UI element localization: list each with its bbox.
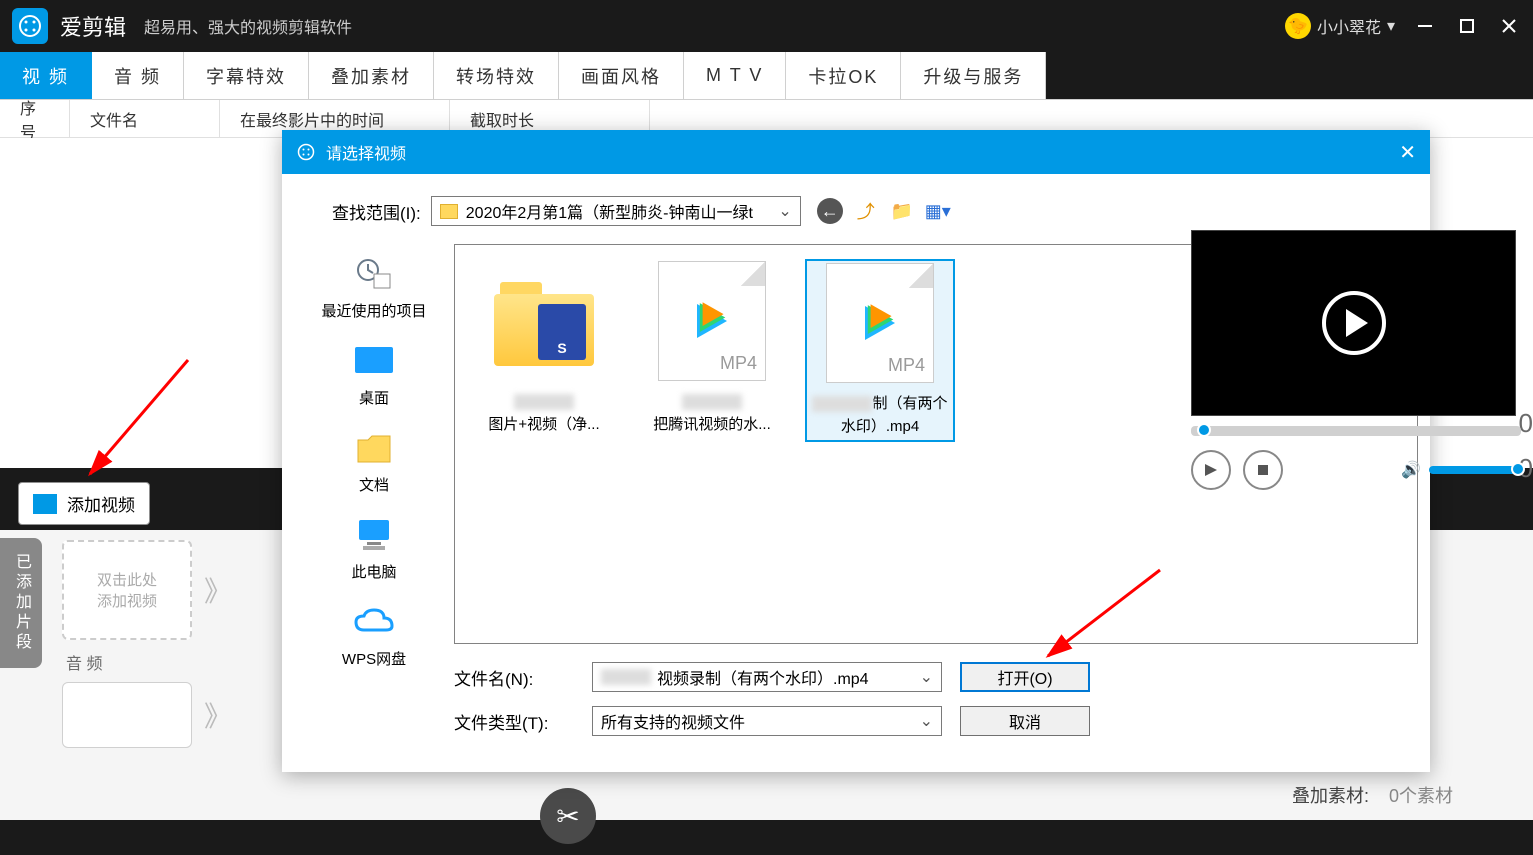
tab-transition[interactable]: 转场特效: [434, 52, 559, 99]
recent-icon: [352, 254, 396, 294]
view-mode-button[interactable]: ▦▾: [925, 198, 951, 224]
arrow-right-icon: 》: [204, 695, 232, 735]
up-folder-button[interactable]: ⤴: [853, 198, 879, 224]
tab-subtitle-fx[interactable]: 字幕特效: [184, 52, 309, 99]
col-filename: 文件名: [70, 100, 220, 137]
main-tabs: 视 频 音 频 字幕特效 叠加素材 转场特效 画面风格 M T V 卡拉OK 升…: [0, 52, 1533, 100]
close-button[interactable]: [1497, 14, 1521, 38]
filename-label: 文件名(N):: [454, 665, 574, 690]
lookup-folder-select[interactable]: 2020年2月第1篇（新型肺炎-钟南山一绿t ⌄: [431, 196, 801, 226]
video-preview[interactable]: [1191, 230, 1516, 416]
new-folder-button[interactable]: 📁: [889, 198, 915, 224]
chevron-down-icon: ⌄: [920, 711, 933, 731]
tab-video[interactable]: 视 频: [0, 52, 92, 99]
preview-panel: 🔊: [1191, 230, 1521, 490]
tab-karaoke[interactable]: 卡拉OK: [786, 52, 901, 99]
sidebar-thispc[interactable]: 此电脑: [294, 509, 454, 588]
scissors-button[interactable]: ✂: [540, 788, 596, 844]
stop-button[interactable]: [1243, 450, 1283, 490]
chevron-down-icon: ⌄: [920, 667, 933, 687]
tab-mtv[interactable]: M T V: [684, 52, 786, 99]
dialog-sidebar: 最近使用的项目 桌面 文档 此电脑 WPS网盘: [294, 244, 454, 754]
user-avatar-icon: 🐤: [1285, 13, 1311, 39]
filetype-select[interactable]: 所有支持的视频文件 ⌄: [592, 706, 942, 736]
cancel-button[interactable]: 取消: [960, 706, 1090, 736]
dialog-close-button[interactable]: ✕: [1399, 140, 1416, 165]
file-item-video-1[interactable]: MP4 把腾讯视频的水...: [637, 259, 787, 438]
sidebar-wps[interactable]: WPS网盘: [294, 596, 454, 675]
volume-slider[interactable]: [1429, 466, 1521, 474]
tab-audio[interactable]: 音 频: [92, 52, 184, 99]
play-overlay-icon: [1322, 291, 1386, 355]
user-menu[interactable]: 🐤 小小翠花 ▾: [1285, 13, 1395, 39]
filename-input[interactable]: 视频录制（有两个水印）.mp4 ⌄: [592, 662, 942, 692]
sidebar-recent[interactable]: 最近使用的项目: [294, 248, 454, 327]
tab-overlay[interactable]: 叠加素材: [309, 52, 434, 99]
user-name: 小小翠花: [1317, 14, 1381, 38]
arrow-right-icon: 》: [204, 570, 232, 610]
open-button[interactable]: 打开(O): [960, 662, 1090, 692]
audio-clip-placeholder[interactable]: [62, 682, 192, 748]
timeline-slider[interactable]: [1191, 426, 1521, 436]
maximize-button[interactable]: [1455, 14, 1479, 38]
back-button[interactable]: ←: [817, 198, 843, 224]
dialog-title: 请选择视频: [326, 140, 406, 164]
add-video-button[interactable]: 添加视频: [18, 482, 150, 525]
documents-icon: [352, 428, 396, 468]
file-item-folder[interactable]: S 图片+视频（净...: [469, 259, 619, 438]
app-logo-icon: [12, 8, 48, 44]
app-subtitle: 超易用、强大的视频剪辑软件: [144, 14, 352, 38]
filetype-label: 文件类型(T):: [454, 709, 574, 734]
dialog-titlebar: 请选择视频 ✕: [282, 130, 1430, 174]
chevron-down-icon: ⌄: [778, 201, 791, 221]
sidebar-desktop[interactable]: 桌面: [294, 335, 454, 414]
app-title: 爱剪辑: [60, 10, 126, 42]
lookup-label: 查找范围(I):: [332, 199, 421, 224]
volume-icon[interactable]: 🔊: [1401, 460, 1421, 480]
title-bar: 爱剪辑 超易用、强大的视频剪辑软件 🐤 小小翠花 ▾: [0, 0, 1533, 52]
play-button[interactable]: [1191, 450, 1231, 490]
folder-icon: [440, 204, 458, 219]
tab-upgrade[interactable]: 升级与服务: [901, 52, 1046, 99]
cloud-icon: [352, 602, 396, 642]
sidebar-documents[interactable]: 文档: [294, 422, 454, 501]
overlay-material-count: 叠加素材: 0个素材: [1292, 782, 1453, 808]
minimize-button[interactable]: [1413, 14, 1437, 38]
add-video-label: 添加视频: [67, 491, 135, 516]
tab-style[interactable]: 画面风格: [559, 52, 684, 99]
film-icon: [33, 494, 57, 514]
added-clips-label: 已添加片段: [0, 538, 42, 668]
col-index: 序号: [0, 100, 70, 137]
clip-placeholder[interactable]: 双击此处 添加视频: [62, 540, 192, 640]
chevron-down-icon: ▾: [1387, 16, 1395, 36]
file-item-video-2[interactable]: MP4 制（有两个水印）.mp4: [805, 259, 955, 442]
computer-icon: [352, 515, 396, 555]
desktop-icon: [352, 341, 396, 381]
